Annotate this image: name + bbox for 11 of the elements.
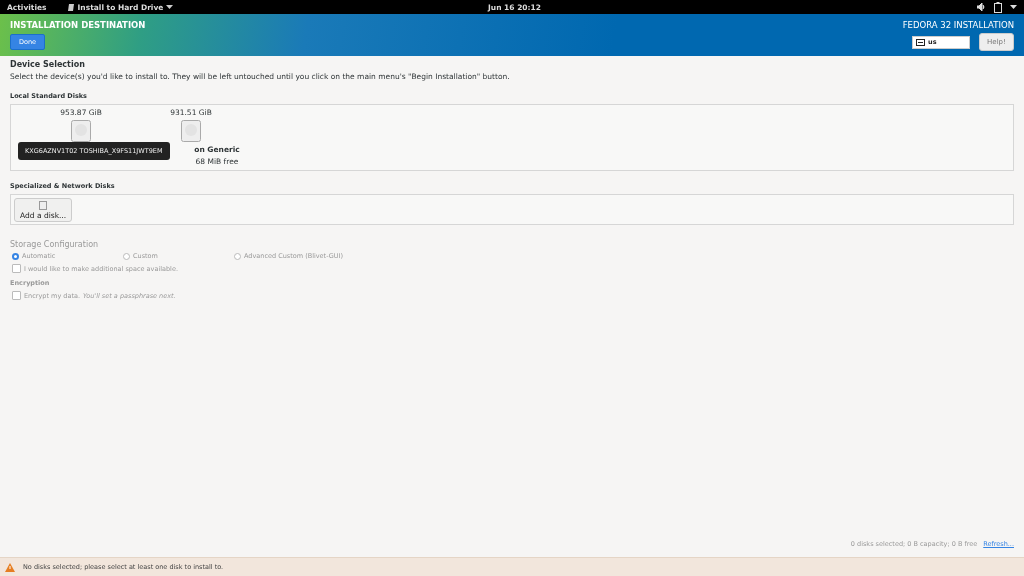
volume-icon[interactable] (977, 3, 986, 11)
warning-icon (5, 562, 15, 572)
keyboard-icon (916, 38, 925, 46)
battery-icon[interactable] (994, 1, 1002, 13)
screen-title: INSTALLATION DESTINATION (10, 20, 146, 30)
caret-icon[interactable] (1010, 4, 1017, 10)
section-heading: Device Selection (10, 60, 86, 69)
app-icon (66, 2, 75, 12)
product-title: FEDORA 32 INSTALLATION (902, 20, 1014, 30)
section-heading: Storage Configuration (10, 240, 100, 249)
caret-icon (166, 4, 174, 10)
